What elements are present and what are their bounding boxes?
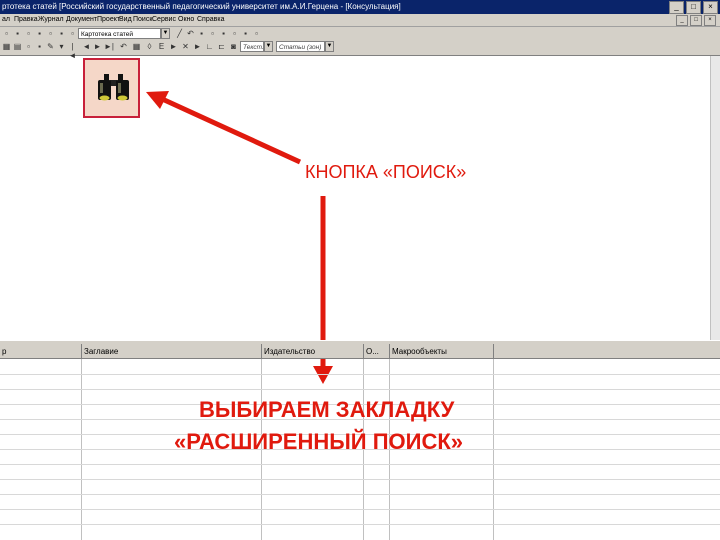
table-row[interactable] (0, 524, 720, 525)
column-header-title[interactable]: Заглавие (82, 344, 262, 359)
table-row[interactable] (0, 389, 720, 390)
search-button-caption: КНОПКА «ПОИСК» (305, 162, 467, 182)
table-row[interactable] (0, 509, 720, 510)
table-row[interactable] (0, 464, 720, 465)
table-row[interactable] (0, 479, 720, 480)
advanced-search-caption-line2: «РАСШИРЕННЫЙ ПОИСК» (174, 429, 463, 454)
column-header-empty (494, 344, 720, 359)
table-row[interactable] (0, 374, 720, 375)
column-header-number[interactable]: р (0, 344, 82, 359)
column-header-o[interactable]: О... (364, 344, 390, 359)
advanced-search-caption-line1: ВЫБИРАЕМ ЗАКЛАДКУ (199, 397, 455, 422)
table-row[interactable] (0, 494, 720, 495)
column-header-macroobjects[interactable]: Макрообъекты (390, 344, 494, 359)
arrow-to-search-button (158, 95, 302, 165)
column-header-publisher[interactable]: Издательство (262, 344, 364, 359)
